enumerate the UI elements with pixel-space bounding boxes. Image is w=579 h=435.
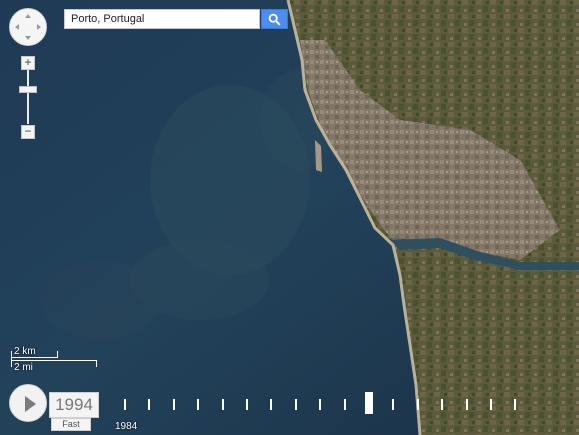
play-button[interactable] [9,384,47,422]
pan-control[interactable] [9,8,47,46]
timeline-current-handle[interactable] [365,392,373,414]
search-button[interactable] [261,9,288,29]
pan-up-icon[interactable] [25,14,31,18]
pan-down-icon[interactable] [25,36,31,40]
timeline-start-year: 1984 [115,421,138,432]
scale-bar-left-tick [11,351,12,367]
scale-bar-imperial [11,360,97,361]
zoom-track[interactable] [27,70,29,124]
current-year-display: 1994 [49,392,99,418]
zoom-slider-thumb[interactable] [19,86,37,93]
play-icon [25,396,36,412]
map-viewport[interactable]: Porto, Portugal + − 2 km 2 mi 1994 Fast … [0,0,579,435]
search-input[interactable]: Porto, Portugal [64,9,260,29]
zoom-out-button[interactable]: − [21,125,35,139]
search-icon [268,13,281,26]
scale-bar-metric [11,357,58,358]
pan-right-icon[interactable] [37,24,41,30]
speed-toggle-button[interactable]: Fast [51,418,91,431]
pan-left-icon[interactable] [15,24,19,30]
scale-metric-label: 2 km [14,346,36,357]
satellite-imagery[interactable] [0,0,579,435]
scale-imperial-label: 2 mi [14,362,33,373]
zoom-in-button[interactable]: + [21,56,35,70]
scale-bar-imperial-tick [96,360,97,367]
scale-bar-metric-tick [57,351,58,358]
